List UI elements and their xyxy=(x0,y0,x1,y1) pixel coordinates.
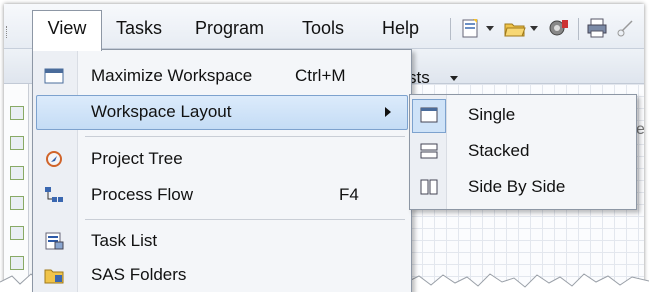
menu-view[interactable]: View xyxy=(32,10,102,51)
submenu-item-stacked[interactable]: Stacked xyxy=(410,133,636,169)
submenu-arrow-icon xyxy=(385,107,391,117)
properties-icon[interactable] xyxy=(548,18,570,38)
menu-program[interactable]: Program xyxy=(195,13,264,43)
toolbar-separator-2 xyxy=(578,18,579,40)
submenu-item-single[interactable]: Single xyxy=(410,97,636,133)
project-tree-icon xyxy=(46,151,62,167)
open-folder-icon[interactable] xyxy=(504,18,526,38)
open-dropdown-arrow[interactable] xyxy=(530,26,538,31)
menu-item-label: SAS Folders xyxy=(91,265,187,284)
left-rail xyxy=(4,84,29,292)
menu-item-workspace-layout[interactable]: Workspace Layout xyxy=(33,95,411,130)
menu-item-label: Task List xyxy=(91,231,158,250)
submenu-item-label: Single xyxy=(468,105,516,124)
rail-item-icon[interactable] xyxy=(10,196,24,210)
task-list-icon xyxy=(45,232,64,250)
menu-tasks[interactable]: Tasks xyxy=(116,13,162,43)
sas-folders-icon xyxy=(44,269,64,284)
workspace-layout-submenu: Single Stacked Side By Side xyxy=(409,94,637,210)
submenu-item-side-by-side[interactable]: Side By Side xyxy=(410,169,636,205)
menubar-grip xyxy=(6,26,10,38)
side-by-side-layout-icon xyxy=(420,179,438,195)
stacked-layout-icon xyxy=(420,143,438,159)
maximize-workspace-icon xyxy=(44,68,64,84)
menu-item-project-tree[interactable]: Project Tree xyxy=(33,142,411,176)
menu-item-process-flow[interactable]: Process Flow F4 xyxy=(33,178,411,212)
menu-item-sas-folders[interactable]: SAS Folders xyxy=(33,258,411,292)
cut-icon[interactable] xyxy=(616,18,638,38)
rail-item-icon[interactable] xyxy=(10,106,24,120)
new-item-icon[interactable] xyxy=(460,18,482,38)
new-dropdown-arrow[interactable] xyxy=(486,26,494,31)
menu-item-label: Workspace Layout xyxy=(91,102,232,121)
menu-help[interactable]: Help xyxy=(382,13,419,43)
menu-separator xyxy=(85,136,405,137)
single-layout-icon xyxy=(420,107,438,123)
submenu-item-label: Side By Side xyxy=(468,177,566,196)
view-menu-dropdown: Maximize Workspace Ctrl+M Workspace Layo… xyxy=(32,49,412,292)
menu-item-label: Maximize Workspace xyxy=(91,66,253,85)
toolbar-separator xyxy=(450,18,451,40)
process-flow-icon xyxy=(45,187,63,202)
application-window: Tasks Program Tools Help sts e View Maxi… xyxy=(4,4,644,292)
rail-item-icon[interactable] xyxy=(10,226,24,240)
menu-item-task-list[interactable]: Task List xyxy=(33,224,411,258)
toolbar-clipped-dropdown-arrow[interactable] xyxy=(450,76,458,81)
rail-item-icon[interactable] xyxy=(10,136,24,150)
menu-separator xyxy=(85,219,405,220)
menu-tools[interactable]: Tools xyxy=(302,13,344,43)
rail-item-icon[interactable] xyxy=(10,166,24,180)
menu-item-shortcut: Ctrl+M xyxy=(295,66,346,85)
submenu-item-label: Stacked xyxy=(468,141,530,160)
workspace-clipped-text: ed xyxy=(636,121,644,138)
menu-item-label: Project Tree xyxy=(91,149,183,168)
menu-item-maximize-workspace[interactable]: Maximize Workspace Ctrl+M xyxy=(33,59,411,93)
print-icon[interactable] xyxy=(586,18,608,38)
menu-item-shortcut: F4 xyxy=(339,185,359,204)
menu-item-label: Process Flow xyxy=(91,185,194,204)
